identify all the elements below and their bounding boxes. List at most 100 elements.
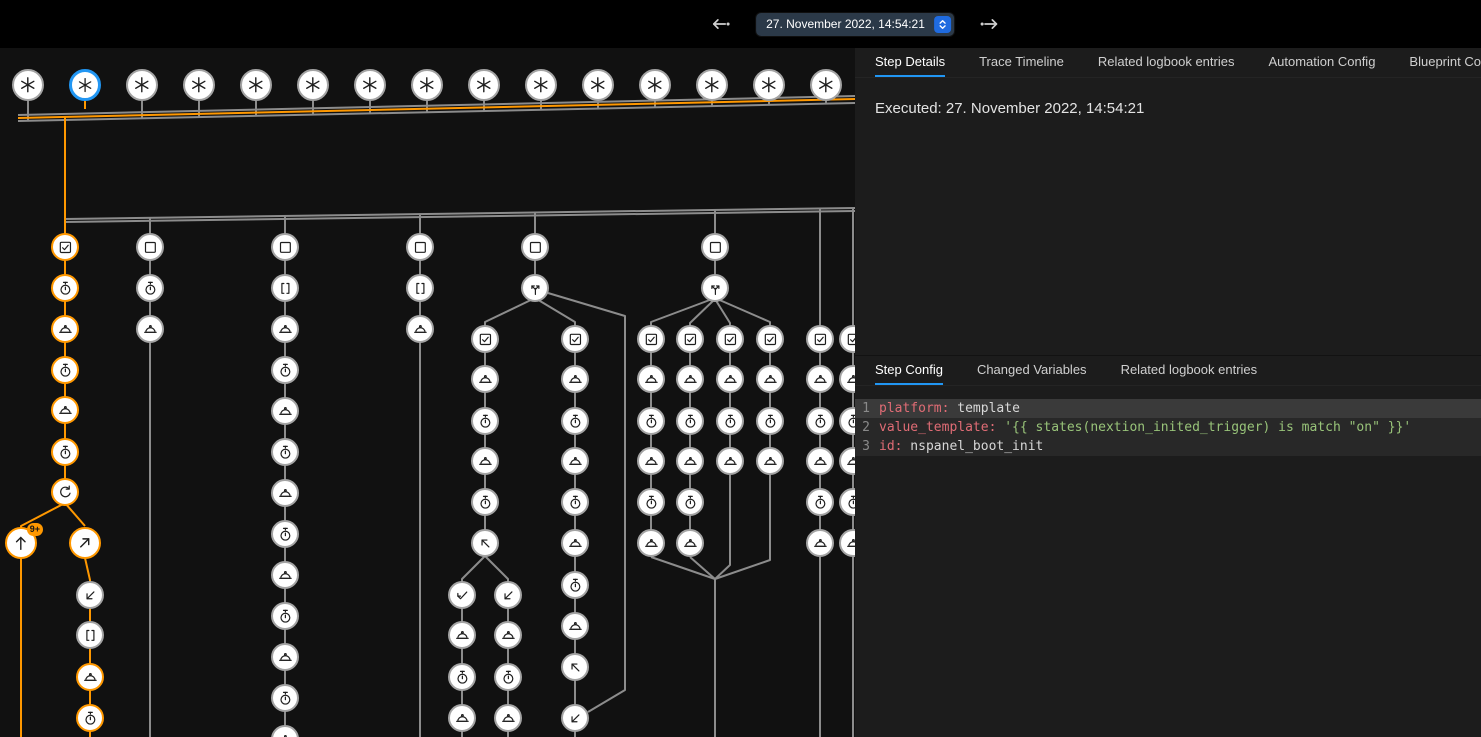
node-service-bell[interactable] [637,529,665,557]
node-timer[interactable] [756,407,784,435]
node-service-bell[interactable] [271,479,299,507]
tab-blueprint-config[interactable]: Blueprint Config [1409,48,1481,77]
node-service-bell[interactable] [676,529,704,557]
node-asterisk[interactable] [240,69,272,101]
node-service-bell[interactable] [806,365,834,393]
node-service-bell[interactable] [51,315,79,343]
node-checkbox-marked[interactable] [561,325,589,353]
node-service-bell[interactable] [271,397,299,425]
node-checkbox-marked[interactable] [716,325,744,353]
node-brackets[interactable] [271,274,299,302]
node-service-bell[interactable] [494,621,522,649]
node-checkbox-marked[interactable] [471,325,499,353]
node-check-arrow[interactable] [448,581,476,609]
node-service-bell[interactable] [676,447,704,475]
node-checkbox-blank[interactable] [521,233,549,261]
node-service-bell[interactable] [637,365,665,393]
node-timer[interactable] [676,407,704,435]
trace-run-select[interactable]: 27. November 2022, 14:54:21 [756,13,954,36]
node-service-bell[interactable] [136,315,164,343]
node-asterisk[interactable] [639,69,671,101]
tab-trace-timeline[interactable]: Trace Timeline [979,48,1064,77]
previous-trace-icon[interactable] [710,13,732,35]
node-timer[interactable] [448,663,476,691]
node-timer[interactable] [51,356,79,384]
node-service-bell[interactable] [716,447,744,475]
node-asterisk[interactable] [411,69,443,101]
node-timer[interactable] [561,488,589,516]
node-timer[interactable] [51,438,79,466]
node-checkbox-marked[interactable] [51,233,79,261]
node-service-bell[interactable] [448,704,476,732]
node-arrow-up-left[interactable] [561,653,589,681]
step-config-code[interactable]: 1platform: template2value_template: '{{ … [855,399,1481,456]
node-arrow-up-left[interactable] [471,529,499,557]
node-service-bell[interactable] [806,529,834,557]
node-timer[interactable] [561,407,589,435]
node-service-bell[interactable] [494,704,522,732]
node-checkbox-marked[interactable] [806,325,834,353]
node-arrow-down-left[interactable] [494,581,522,609]
tab-step-config[interactable]: Step Config [875,356,943,385]
node-service-bell[interactable] [51,396,79,424]
node-timer[interactable] [271,438,299,466]
node-arrow-down-left[interactable] [76,581,104,609]
node-timer[interactable] [806,488,834,516]
node-timer[interactable] [76,704,104,732]
node-checkbox-blank[interactable] [701,233,729,261]
node-service-bell[interactable] [271,561,299,589]
node-service-bell[interactable] [806,447,834,475]
node-timer[interactable] [136,274,164,302]
node-service-bell[interactable] [471,447,499,475]
node-brackets[interactable] [406,274,434,302]
node-asterisk[interactable] [582,69,614,101]
node-timer[interactable] [494,663,522,691]
node-asterisk[interactable] [12,69,44,101]
tab-related-logbook-entries[interactable]: Related logbook entries [1098,48,1235,77]
node-asterisk[interactable] [468,69,500,101]
node-asterisk[interactable] [753,69,785,101]
node-service-bell[interactable] [561,529,589,557]
node-traverse[interactable] [701,274,729,302]
node-checkbox-blank[interactable] [271,233,299,261]
node-asterisk[interactable] [354,69,386,101]
node-asterisk[interactable] [69,69,101,101]
node-timer[interactable] [676,488,704,516]
node-service-bell[interactable] [561,612,589,640]
tab-automation-config[interactable]: Automation Config [1268,48,1375,77]
node-timer[interactable] [271,356,299,384]
node-timer[interactable] [271,602,299,630]
node-arrow-down-left[interactable] [561,704,589,732]
node-service-bell[interactable] [676,365,704,393]
node-timer[interactable] [561,571,589,599]
node-timer[interactable] [271,520,299,548]
node-checkbox-marked[interactable] [637,325,665,353]
node-service-bell[interactable] [76,663,104,691]
node-service-bell[interactable] [561,447,589,475]
node-timer[interactable] [471,488,499,516]
node-repeat[interactable] [51,478,79,506]
tab-step-details[interactable]: Step Details [875,48,945,77]
tab-changed-variables[interactable]: Changed Variables [977,356,1087,385]
node-service-bell[interactable] [471,365,499,393]
node-timer[interactable] [637,407,665,435]
node-timer[interactable] [271,684,299,712]
node-checkbox-marked[interactable] [676,325,704,353]
node-service-bell[interactable] [448,621,476,649]
node-asterisk[interactable] [297,69,329,101]
node-checkbox-blank[interactable] [406,233,434,261]
tab-related-logbook-entries[interactable]: Related logbook entries [1121,356,1258,385]
node-checkbox-blank[interactable] [136,233,164,261]
node-timer[interactable] [806,407,834,435]
next-trace-icon[interactable] [978,13,1000,35]
node-service-bell[interactable] [716,365,744,393]
node-arrow-up[interactable]: 9+ [5,527,37,559]
node-service-bell[interactable] [271,315,299,343]
node-timer[interactable] [471,407,499,435]
node-service-bell[interactable] [756,365,784,393]
node-timer[interactable] [51,274,79,302]
node-service-bell[interactable] [561,365,589,393]
node-asterisk[interactable] [183,69,215,101]
node-traverse[interactable] [521,274,549,302]
node-brackets[interactable] [76,621,104,649]
